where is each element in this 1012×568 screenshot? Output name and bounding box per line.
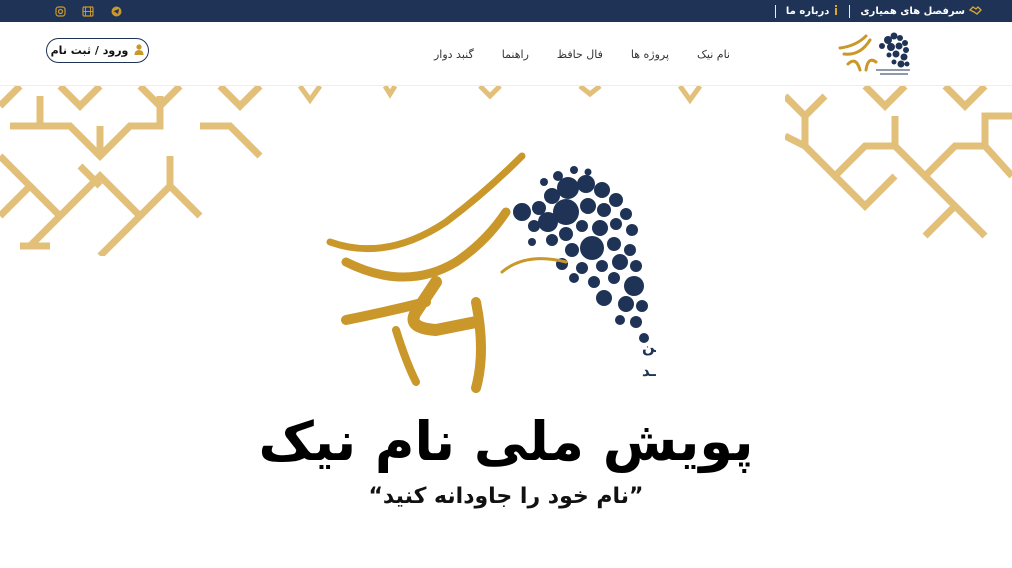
handshake-icon <box>968 5 982 18</box>
decorative-pattern-right <box>785 86 1012 239</box>
calligraphy-mark <box>326 152 568 393</box>
login-register-button[interactable]: ورود / ثبت نام <box>46 38 149 63</box>
nav-item-nam-nik[interactable]: نام نیک <box>697 48 730 61</box>
dome-dots <box>513 166 649 343</box>
nav-item-projects[interactable]: پروژه ها <box>631 48 669 61</box>
top-bar: سرفصل های همیاری درباره ما <box>0 0 1012 22</box>
decorative-pattern-left <box>0 86 263 256</box>
page-subtitle: ”نام خود را جاودانه کنید“ <box>368 484 644 509</box>
nav-item-gonbad-davar[interactable]: گنبد دوار <box>434 48 474 61</box>
login-register-label: ورود / ثبت نام <box>50 44 129 57</box>
nav-item-guide[interactable]: راهنما <box>502 48 529 61</box>
aparat-icon[interactable] <box>82 5 94 17</box>
logo-tagline-line1: یادگـاری کـه در ایــن <box>642 338 656 356</box>
divider <box>849 4 851 18</box>
main-nav: نام نیک پروژه ها فال حافظ راهنما گنبد دو… <box>434 22 730 86</box>
nav-item-hafez[interactable]: فال حافظ <box>557 48 603 61</box>
hero-section: یادگـاری کـه در ایــن گنـــبد دوار بمانـ… <box>0 86 1012 568</box>
decorative-pattern-top <box>297 86 703 105</box>
logo-tagline-line2: گنـــبد دوار بمانـــد <box>642 362 656 380</box>
info-icon <box>833 4 839 18</box>
cooperation-link-label: سرفصل های همیاری <box>860 5 965 17</box>
about-link[interactable]: درباره ما <box>785 4 840 18</box>
telegram-icon[interactable] <box>110 5 122 17</box>
divider <box>774 4 776 18</box>
social-links <box>54 0 122 22</box>
cooperation-link[interactable]: سرفصل های همیاری <box>860 5 982 18</box>
user-icon <box>134 43 144 58</box>
page-title: پویش ملی نام نیک <box>258 410 754 473</box>
about-link-label: درباره ما <box>785 5 830 17</box>
top-bar-links: سرفصل های همیاری درباره ما <box>774 0 982 22</box>
brand-logo[interactable] <box>836 26 912 82</box>
instagram-icon[interactable] <box>54 5 66 17</box>
hero-logo: یادگـاری کـه در ایــن گنـــبد دوار بمانـ… <box>326 152 792 396</box>
main-header: نام نیک پروژه ها فال حافظ راهنما گنبد دو… <box>0 22 1012 86</box>
